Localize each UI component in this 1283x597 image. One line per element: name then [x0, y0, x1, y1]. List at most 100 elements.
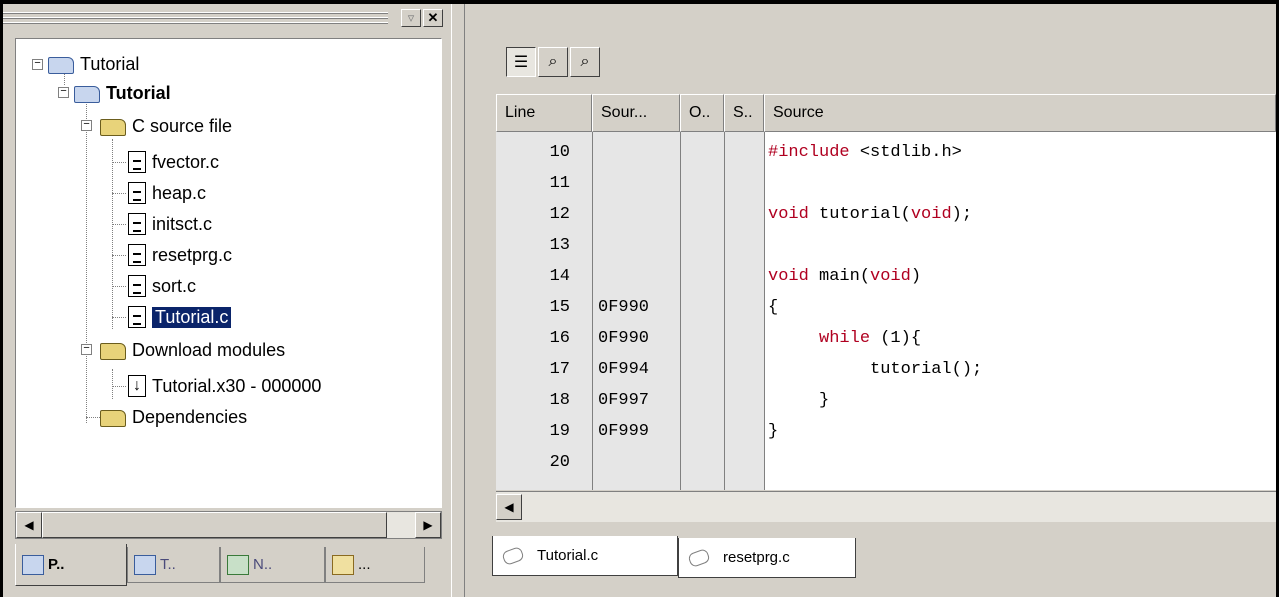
- source-row[interactable]: 13: [496, 231, 1276, 261]
- line-number: 11: [549, 174, 570, 193]
- tree-line: [112, 162, 126, 163]
- line-number: 14: [549, 267, 570, 286]
- tree-line: [112, 193, 126, 194]
- tree-file[interactable]: resetprg.c: [128, 242, 232, 268]
- source-code: #include <stdlib.h>: [768, 138, 962, 168]
- source-row[interactable]: 20: [496, 448, 1276, 478]
- tree-file[interactable]: sort.c: [128, 273, 196, 299]
- code-token: <stdlib.h>: [849, 143, 962, 162]
- file-tab-resetprg[interactable]: resetprg.c: [678, 538, 856, 578]
- line-number: 12: [549, 205, 570, 224]
- source-row[interactable]: 15 0F990 {: [496, 293, 1276, 323]
- column-header-s[interactable]: S..: [724, 94, 764, 132]
- close-button[interactable]: ✕: [423, 9, 443, 27]
- scroll-right-button[interactable]: ▶: [415, 512, 441, 538]
- file-tab-label: resetprg.c: [723, 549, 790, 566]
- source-grid[interactable]: Line Sour... O.. S.. Source 10 #include <…: [496, 94, 1276, 490]
- file-label: fvector.c: [152, 151, 220, 172]
- scroll-left-button[interactable]: ◀: [16, 512, 42, 538]
- source-row[interactable]: 11: [496, 169, 1276, 199]
- keyword-token: void: [910, 205, 952, 224]
- code-token: (1){: [870, 329, 922, 348]
- tree-horizontal-scrollbar[interactable]: ◀ ▶: [15, 511, 442, 539]
- source-row[interactable]: 14 void main(void): [496, 262, 1276, 292]
- tree-folder-download[interactable]: Download modules: [100, 337, 285, 363]
- source-row[interactable]: 12 void tutorial(void);: [496, 200, 1276, 230]
- code-token: tutorial(: [808, 205, 911, 224]
- column-header-address[interactable]: Sour...: [592, 94, 680, 132]
- pane-caption[interactable]: ▿ ✕: [3, 4, 451, 32]
- tab-navigation[interactable]: N..: [220, 547, 325, 583]
- folder-label: Download modules: [132, 339, 286, 360]
- pane-splitter[interactable]: [451, 4, 465, 597]
- collapse-toggle[interactable]: −: [81, 344, 92, 355]
- collapse-toggle[interactable]: −: [81, 120, 92, 131]
- grip-line: [3, 22, 388, 24]
- tree-node-root[interactable]: Tutorial: [48, 51, 139, 77]
- tree-file[interactable]: heap.c: [128, 180, 206, 206]
- line-number: 15: [549, 298, 570, 317]
- file-label: sort.c: [152, 275, 197, 296]
- tree-folder-c-source[interactable]: C source file: [100, 113, 232, 139]
- folder-icon: [100, 343, 126, 360]
- tab-templates[interactable]: T..: [127, 547, 220, 583]
- scroll-thumb[interactable]: [42, 512, 387, 538]
- source-address: 0F990: [598, 298, 650, 317]
- scroll-left-button[interactable]: ◀: [496, 494, 522, 520]
- source-row[interactable]: 18 0F997 }: [496, 386, 1276, 416]
- column-header-line[interactable]: Line: [496, 94, 592, 132]
- file-label: initsct.c: [152, 213, 213, 234]
- file-tab-label: Tutorial.c: [537, 547, 599, 564]
- grip-line: [3, 17, 388, 19]
- source-code: }: [768, 386, 829, 416]
- folder-label: Dependencies: [132, 406, 248, 427]
- column-header-o[interactable]: O..: [680, 94, 724, 132]
- workspace-icon: [48, 57, 74, 74]
- file-tab-tutorial[interactable]: Tutorial.c: [492, 536, 678, 576]
- tree-file[interactable]: fvector.c: [128, 149, 219, 175]
- source-address: 0F994: [598, 360, 650, 379]
- column-header-source[interactable]: Source: [764, 94, 1276, 132]
- line-number: 10: [549, 143, 570, 162]
- tree-line: [86, 97, 87, 423]
- tree-download-module[interactable]: ↓ Tutorial.x30 - 000000: [128, 373, 321, 399]
- folder-label: C source file: [132, 115, 233, 136]
- source-mode-icon[interactable]: ☰: [506, 47, 536, 77]
- source-row[interactable]: 17 0F994 tutorial();: [496, 355, 1276, 385]
- line-number: 20: [549, 453, 570, 472]
- file-label: heap.c: [152, 182, 207, 203]
- tab-tasks[interactable]: ...: [325, 547, 425, 583]
- mixed-mode-icon[interactable]: ⌕: [570, 47, 600, 77]
- tree-node-project[interactable]: Tutorial: [74, 80, 171, 106]
- tree-file-selected[interactable]: Tutorial.c: [128, 304, 232, 330]
- module-label: Tutorial.x30 - 000000: [152, 375, 322, 396]
- tab-label: N..: [253, 556, 273, 573]
- tree-line: [112, 286, 126, 287]
- tab-label: ...: [358, 556, 371, 573]
- keyword-token: #include: [768, 143, 850, 162]
- line-number: 16: [549, 329, 570, 348]
- pin-button[interactable]: ▿: [401, 9, 421, 27]
- c-file-icon: [128, 151, 146, 173]
- source-row[interactable]: 16 0F990 while (1){: [496, 324, 1276, 354]
- navigation-icon: [227, 554, 249, 575]
- tab-projects[interactable]: P..: [15, 544, 127, 586]
- keyword-token: void: [870, 267, 911, 286]
- keyword-token: void: [768, 267, 809, 286]
- projects-icon: [22, 554, 44, 575]
- code-token: main(: [808, 267, 871, 286]
- collapse-toggle[interactable]: −: [58, 87, 69, 98]
- project-tree[interactable]: − Tutorial − Tutorial − C source file fv…: [15, 38, 442, 508]
- source-row[interactable]: 10 #include <stdlib.h>: [496, 138, 1276, 168]
- disassembly-mode-icon[interactable]: ⌕: [538, 47, 568, 77]
- tree-folder-dependencies[interactable]: Dependencies: [100, 404, 247, 430]
- grid-header: Line Sour... O.. S.. Source: [496, 94, 1276, 132]
- tree-project-label: Tutorial: [106, 82, 171, 103]
- code-token: ): [910, 267, 922, 286]
- source-row[interactable]: 19 0F999}: [496, 417, 1276, 447]
- tree-file[interactable]: initsct.c: [128, 211, 212, 237]
- collapse-toggle[interactable]: −: [32, 59, 43, 70]
- code-token: );: [951, 205, 973, 224]
- editor-horizontal-scrollbar[interactable]: ◀: [496, 491, 1276, 522]
